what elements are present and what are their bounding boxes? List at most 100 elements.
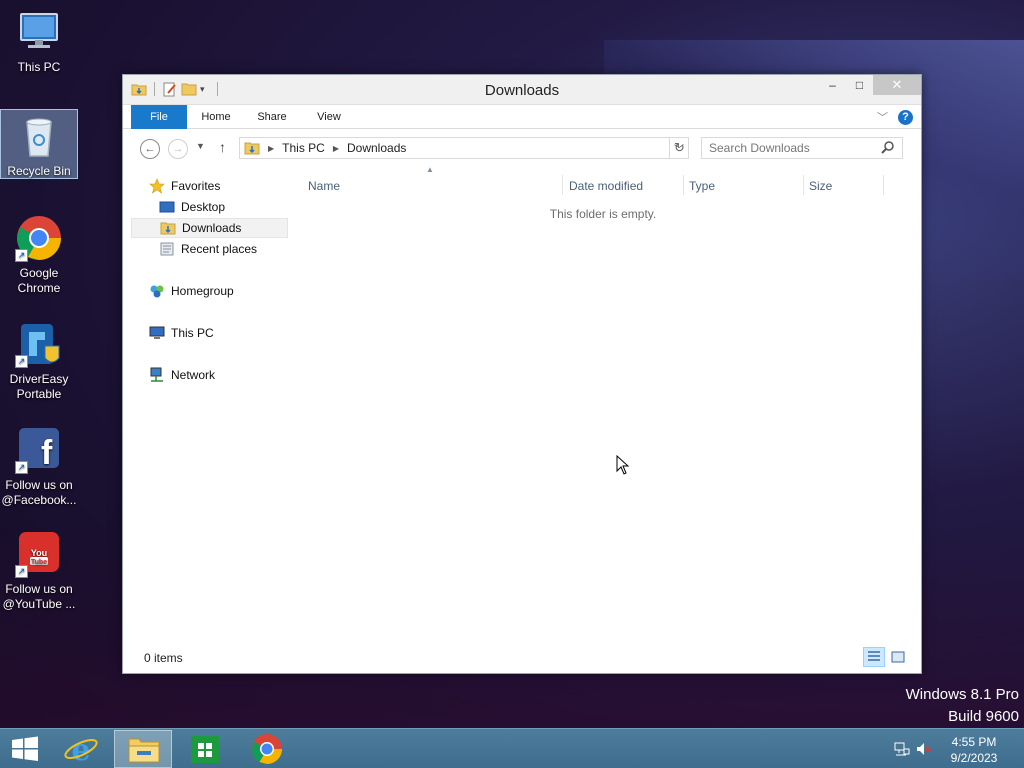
clock-time: 4:55 PM (951, 735, 997, 749)
facebook-icon: f ↗ (15, 426, 63, 474)
nav-label: Homegroup (171, 284, 234, 298)
internet-explorer-icon: e (64, 733, 98, 768)
drivereasy-icon: ↗ (15, 320, 63, 368)
item-count: 0 items (144, 651, 183, 665)
taskbar-windows-store[interactable] (176, 730, 234, 768)
taskbar-internet-explorer[interactable]: e (52, 730, 110, 768)
column-header-size[interactable]: Size (809, 179, 832, 199)
empty-folder-message: This folder is empty. (549, 207, 657, 221)
network-icon (149, 367, 165, 383)
help-icon[interactable]: ? (898, 109, 913, 125)
tab-view[interactable]: View (307, 105, 351, 129)
svg-text:Tube: Tube (31, 559, 47, 566)
nav-label: Network (171, 368, 216, 382)
desktop-icon-label: Google Chrome (17, 266, 61, 295)
expand-ribbon-chevron-icon[interactable]: ﹀ (877, 109, 888, 125)
file-list[interactable]: ▲ Name Date modified Type Size This fold… (293, 165, 915, 641)
recent-places-icon (159, 241, 175, 257)
clock-date: 9/2/2023 (950, 751, 998, 765)
tab-home[interactable]: Home (193, 105, 239, 129)
chrome-icon (252, 734, 282, 765)
ribbon-right-controls: ﹀ ? (877, 109, 913, 125)
minimize-button[interactable]: – (819, 75, 846, 95)
maximize-button[interactable]: □ (846, 75, 873, 95)
column-header-name[interactable]: Name (308, 179, 340, 199)
nav-recent-places[interactable]: Recent places (159, 239, 257, 259)
nav-this-pc[interactable]: This PC (149, 323, 214, 343)
this-pc-icon (149, 325, 165, 341)
nav-label: This PC (171, 326, 214, 340)
desktop-icon-recycle-bin[interactable]: Recycle Bin (0, 109, 78, 179)
close-button[interactable]: ✕ (873, 75, 921, 95)
breadcrumb-downloads[interactable]: Downloads (347, 141, 406, 155)
chrome-icon: ↗ (15, 214, 63, 262)
recycle-bin-icon (15, 112, 63, 160)
nav-favorites[interactable]: Favorites (149, 176, 220, 196)
back-button[interactable]: ← (140, 139, 160, 159)
large-icons-view-icon[interactable] (887, 647, 909, 667)
nav-downloads[interactable]: Downloads (131, 218, 288, 238)
taskbar-file-explorer[interactable] (114, 730, 172, 768)
tab-file[interactable]: File (131, 105, 187, 129)
navigation-pane: Favorites Desktop Downloads Recent place… (123, 167, 289, 641)
os-watermark: Windows 8.1 Pro Build 9600 (906, 684, 1019, 728)
shortcut-arrow-icon: ↗ (15, 355, 28, 368)
explorer-window: ▾ Downloads – □ ✕ File Home Share View ﹀… (122, 74, 922, 674)
up-arrow-icon[interactable]: ↑ (219, 139, 226, 155)
column-header-date-modified[interactable]: Date modified (569, 179, 643, 199)
network-status-icon[interactable] (894, 741, 910, 757)
column-divider[interactable] (803, 175, 804, 195)
sort-ascending-icon: ▲ (426, 165, 434, 174)
nav-homegroup[interactable]: Homegroup (149, 281, 234, 301)
breadcrumb-separator-icon[interactable]: ▶ (333, 144, 339, 153)
recent-locations-chevron-icon[interactable]: ▼ (196, 141, 205, 151)
nav-label: Favorites (171, 179, 221, 193)
desktop-icon-youtube[interactable]: You Tube ↗ Follow us on @YouTube ... (0, 530, 78, 616)
title-bar[interactable]: ▾ Downloads – □ ✕ (123, 75, 921, 105)
column-divider[interactable] (683, 175, 684, 195)
view-switcher (863, 647, 909, 667)
taskbar-google-chrome[interactable] (238, 730, 296, 768)
search-icon[interactable] (881, 140, 895, 154)
desktop-icon-this-pc[interactable]: This PC (0, 8, 78, 80)
mouse-cursor-icon (616, 454, 630, 475)
nav-network[interactable]: Network (149, 365, 215, 385)
column-header-type[interactable]: Type (689, 179, 715, 199)
taskbar: e 4:55 PM 9/2/2023 (0, 728, 1024, 768)
desktop-icon-label: DriverEasy Portable (9, 372, 69, 401)
desktop-icon-label: Follow us on @YouTube ... (2, 582, 76, 611)
svg-text:f: f (41, 434, 53, 472)
this-pc-icon (15, 8, 63, 56)
details-view-icon[interactable] (863, 647, 885, 667)
column-divider[interactable] (562, 175, 563, 195)
start-button[interactable] (0, 730, 50, 768)
desktop-icon-label: Follow us on @Facebook... (1, 478, 77, 507)
shortcut-arrow-icon: ↗ (15, 249, 28, 262)
tab-share[interactable]: Share (249, 105, 295, 129)
desktop-icon-google-chrome[interactable]: ↗ Google Chrome (0, 214, 78, 300)
window-title: Downloads (484, 82, 560, 99)
star-icon (149, 178, 165, 194)
system-tray: 4:55 PM 9/2/2023 (894, 729, 1024, 768)
file-explorer-icon (128, 738, 160, 763)
address-bar[interactable]: ▶ This PC ▶ Downloads ﹀ (239, 137, 689, 159)
caption-buttons: – □ ✕ (819, 75, 921, 95)
desktop-icon-drivereasy[interactable]: ↗ DriverEasy Portable (0, 320, 78, 406)
forward-button[interactable]: → (168, 139, 188, 159)
store-icon (191, 736, 219, 763)
column-divider[interactable] (883, 175, 884, 195)
refresh-icon[interactable]: ↻ (669, 138, 689, 158)
nav-label: Desktop (181, 200, 226, 214)
breadcrumb-separator-icon[interactable]: ▶ (268, 144, 274, 153)
nav-desktop[interactable]: Desktop (159, 197, 225, 217)
windows-logo-icon (12, 736, 38, 761)
desktop-icon (159, 199, 175, 215)
ribbon-tabs: File Home Share View ﹀ ? (123, 105, 921, 129)
search-input[interactable]: Search Downloads (701, 137, 903, 159)
breadcrumb-this-pc[interactable]: This PC (282, 141, 325, 155)
volume-muted-icon[interactable] (916, 741, 932, 757)
downloads-folder-icon (244, 140, 260, 156)
clock[interactable]: 4:55 PM 9/2/2023 (944, 734, 1004, 766)
desktop-icon-facebook[interactable]: f ↗ Follow us on @Facebook... (0, 426, 78, 512)
svg-text:You: You (31, 548, 47, 558)
